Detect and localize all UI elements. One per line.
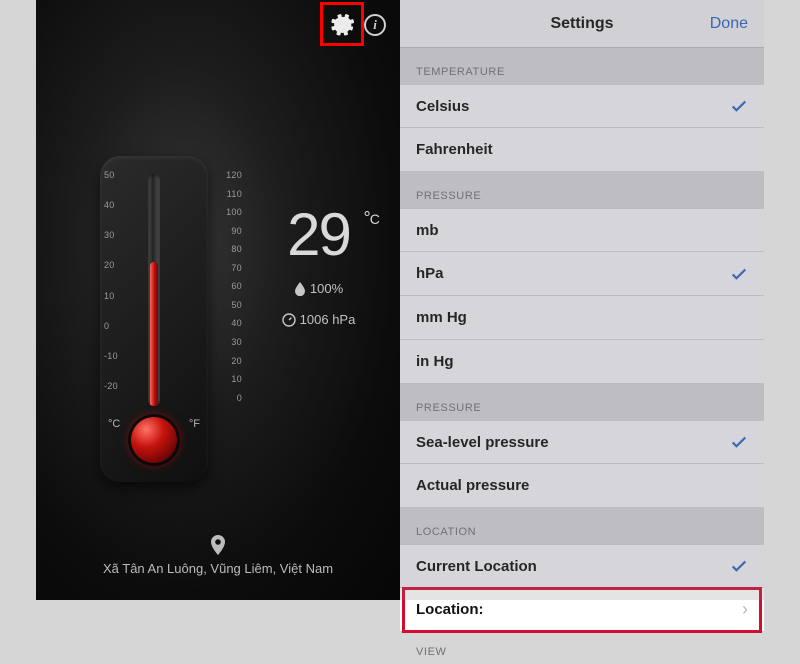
tick-c: -10 xyxy=(104,351,142,361)
location-pin-icon xyxy=(210,535,226,555)
highlight-box-gear xyxy=(320,2,364,46)
settings-screen: Settings Done TEMPERATURE Celsius Fahren… xyxy=(400,0,764,600)
section-header-view: VIEW xyxy=(400,632,764,664)
option-inhg[interactable]: in Hg xyxy=(400,340,764,384)
thermometer-widget: 50 40 30 20 10 0 -10 -20 120 110 100 90 … xyxy=(100,156,208,482)
fahrenheit-unit-label: °F xyxy=(189,418,200,430)
thermometer-tube xyxy=(148,174,160,406)
left-header: i xyxy=(36,0,400,55)
option-hpa[interactable]: hPa xyxy=(400,252,764,296)
option-label: Current Location xyxy=(416,558,537,575)
info-button[interactable]: i xyxy=(364,14,386,36)
location-row[interactable]: Xã Tân An Luông, Vũng Liêm, Việt Nam xyxy=(36,535,400,576)
thermometer-fill xyxy=(150,262,158,406)
option-manual-location[interactable]: Location: › xyxy=(400,588,764,632)
humidity-icon xyxy=(294,282,306,296)
option-mmhg[interactable]: mm Hg xyxy=(400,296,764,340)
option-current-location[interactable]: Current Location xyxy=(400,544,764,588)
temperature-unit: C xyxy=(364,209,378,227)
option-label: in Hg xyxy=(416,353,454,370)
check-icon xyxy=(730,557,748,575)
tick-c: 30 xyxy=(104,230,142,240)
section-header-pressure-unit: PRESSURE xyxy=(400,172,764,208)
temperature-number: 29 xyxy=(287,201,350,268)
tick-c: 10 xyxy=(104,291,142,301)
check-icon xyxy=(730,265,748,283)
option-label: mb xyxy=(416,222,439,239)
tick-f: 120 xyxy=(204,170,242,180)
celsius-scale: 50 40 30 20 10 0 -10 -20 xyxy=(104,170,142,402)
option-label: Celsius xyxy=(416,98,469,115)
pressure-icon xyxy=(282,313,296,327)
tick-f: 0 xyxy=(204,393,242,403)
thermometer-app-screen: i 50 40 30 20 10 0 -10 -20 120 110 100 9… xyxy=(36,0,400,600)
pressure-value: 1006 hPa xyxy=(300,312,356,327)
option-label: Actual pressure xyxy=(416,477,529,494)
option-fahrenheit[interactable]: Fahrenheit xyxy=(400,128,764,172)
tick-c: 50 xyxy=(104,170,142,180)
check-icon xyxy=(730,433,748,451)
tick-f: 20 xyxy=(204,356,242,366)
temperature-value: 29 C xyxy=(287,205,350,265)
humidity-value: 100% xyxy=(310,281,343,296)
check-icon xyxy=(730,97,748,115)
tick-c: 0 xyxy=(104,321,142,331)
section-header-location: LOCATION xyxy=(400,508,764,544)
chevron-right-icon: › xyxy=(742,599,748,620)
screenshot-pair: i 50 40 30 20 10 0 -10 -20 120 110 100 9… xyxy=(36,0,764,600)
tick-f: 70 xyxy=(204,263,242,273)
settings-title: Settings xyxy=(550,15,613,33)
section-header-pressure-ref: PRESSURE xyxy=(400,384,764,420)
location-text: Xã Tân An Luông, Vũng Liêm, Việt Nam xyxy=(103,561,333,576)
celsius-unit-label: °C xyxy=(108,418,120,430)
settings-header: Settings Done xyxy=(400,0,764,48)
tick-f: 40 xyxy=(204,318,242,328)
tick-f: 100 xyxy=(204,207,242,217)
tick-c: -20 xyxy=(104,381,142,391)
done-button[interactable]: Done xyxy=(710,15,748,33)
tick-c: 40 xyxy=(104,200,142,210)
thermometer-bulb xyxy=(128,414,180,466)
option-actual-pressure[interactable]: Actual pressure xyxy=(400,464,764,508)
option-sealevel-pressure[interactable]: Sea-level pressure xyxy=(400,420,764,464)
tick-f: 50 xyxy=(204,300,242,310)
tick-f: 90 xyxy=(204,226,242,236)
tick-f: 30 xyxy=(204,337,242,347)
option-celsius[interactable]: Celsius xyxy=(400,84,764,128)
tick-f: 80 xyxy=(204,244,242,254)
option-mb[interactable]: mb xyxy=(400,208,764,252)
option-label: Fahrenheit xyxy=(416,141,493,158)
pressure-row: 1006 hPa xyxy=(246,312,391,327)
tick-f: 10 xyxy=(204,374,242,384)
option-label: hPa xyxy=(416,265,444,282)
fahrenheit-scale: 120 110 100 90 80 70 60 50 40 30 20 10 0 xyxy=(166,170,204,402)
tick-f: 60 xyxy=(204,281,242,291)
section-header-temperature: TEMPERATURE xyxy=(400,48,764,84)
readings-panel: 29 C 100% 1006 hPa xyxy=(246,205,391,327)
option-label: Sea-level pressure xyxy=(416,434,549,451)
humidity-row: 100% xyxy=(246,281,391,296)
option-label: mm Hg xyxy=(416,309,467,326)
tick-f: 110 xyxy=(204,189,242,199)
option-label: Location: xyxy=(416,601,484,618)
tick-c: 20 xyxy=(104,260,142,270)
